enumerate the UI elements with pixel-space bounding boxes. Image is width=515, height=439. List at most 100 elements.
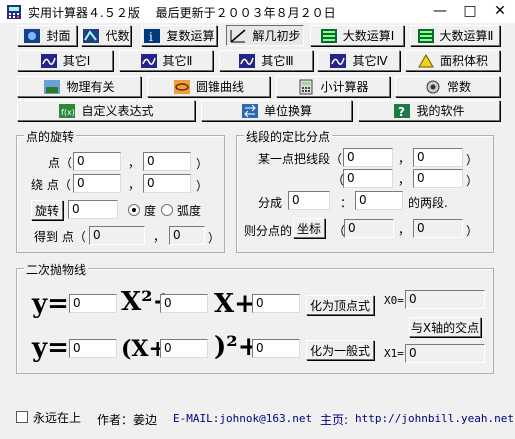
result-y-output: 0 <box>169 226 205 245</box>
radian-radio[interactable] <box>161 204 173 216</box>
endpoint-b-y-input[interactable]: 0 <box>413 169 463 188</box>
point-y-input[interactable]: 0 <box>143 152 191 171</box>
point-label: 点（ <box>48 156 73 170</box>
svg-text:i: i <box>149 30 153 44</box>
tab-other-1-label: 其它Ⅰ <box>62 54 91 68</box>
x1-output: 0 <box>405 344 485 363</box>
tab-bignum-1[interactable]: 大数运算Ⅰ <box>310 25 404 46</box>
comma: ， <box>398 173 411 187</box>
unit-icon <box>241 103 259 119</box>
coordinate-button[interactable]: 坐标 <box>293 218 325 238</box>
cover-icon <box>23 28 41 44</box>
formula-icon: f(x) <box>58 103 76 119</box>
tab-other-2[interactable]: 其它Ⅱ <box>119 50 213 71</box>
center-x-input[interactable]: 0 <box>73 174 121 193</box>
tab-other-3[interactable]: 其它Ⅲ <box>219 50 313 71</box>
email-link[interactable]: E-MAIL:johnok@163.net <box>173 412 312 425</box>
division-x-output: 0 <box>344 219 394 238</box>
tab-conic-label: 圆锥曲线 <box>195 80 244 94</box>
conic-icon <box>173 79 191 95</box>
complex-icon: i <box>143 28 161 44</box>
comma: ， <box>128 156 141 170</box>
division-result-label: 则分点的 <box>244 224 293 238</box>
always-on-top-label: 永远在上 <box>33 411 82 425</box>
tab-area-volume[interactable]: 面积体积 <box>405 50 500 71</box>
coef-b-input[interactable]: 0 <box>160 294 208 313</box>
close-paren: ） <box>466 224 479 238</box>
ratio-b-input[interactable]: 0 <box>355 191 403 210</box>
homepage-link[interactable]: http://johnbill.yeah.net <box>355 412 514 425</box>
parabola-group-title: 二次抛物线 <box>24 261 89 278</box>
always-on-top-checkbox[interactable] <box>16 411 28 423</box>
help-icon: ? <box>393 103 411 119</box>
division-y-output: 0 <box>413 219 463 238</box>
algebra-icon <box>82 28 100 44</box>
to-vertex-form-button[interactable]: 化为顶点式 <box>306 295 374 315</box>
coef-f-input[interactable]: 0 <box>252 339 300 358</box>
coef-c-input[interactable]: 0 <box>252 294 300 313</box>
rotation-group-title: 点的旋转 <box>24 128 77 145</box>
x-axis-intersection-button[interactable]: 与X轴的交点 <box>409 317 481 337</box>
close-paren: ） <box>466 153 479 167</box>
around-point-label: 绕 点（ <box>31 178 71 192</box>
split-label: 分成 <box>258 196 283 210</box>
tab-my-software[interactable]: ? 我的软件 <box>358 100 500 121</box>
coef-e-input[interactable]: 0 <box>160 339 208 358</box>
minimize-button[interactable]: — <box>425 0 455 23</box>
tab-custom-expression[interactable]: f(x) 自定义表达式 <box>17 100 195 121</box>
point-x-input[interactable]: 0 <box>73 152 121 171</box>
tab-other-4[interactable]: 其它Ⅳ <box>317 50 400 71</box>
tab-other-2-label: 其它Ⅱ <box>162 54 193 68</box>
close-button[interactable]: ✕ <box>485 0 515 23</box>
tab-complex[interactable]: i 复数运算 <box>141 25 217 46</box>
other-icon <box>329 53 347 69</box>
result-x-output: 0 <box>89 226 145 245</box>
tab-complex-label: 复数运算 <box>166 29 215 43</box>
maximize-button[interactable]: □ <box>455 0 485 23</box>
tab-physics[interactable]: 物理有关 <box>17 76 141 97</box>
tab-other-1[interactable]: 其它Ⅰ <box>17 50 113 71</box>
calculator-icon <box>297 79 315 95</box>
physics-icon <box>43 79 61 95</box>
coef-a-input[interactable]: 0 <box>69 294 117 313</box>
to-general-form-button[interactable]: 化为一般式 <box>306 340 374 360</box>
y-equals-label-2: y= <box>32 333 69 363</box>
center-y-input[interactable]: 0 <box>143 174 191 193</box>
geometry-icon <box>229 28 247 44</box>
tab-other-4-label: 其它Ⅳ <box>352 54 388 68</box>
degree-radio[interactable] <box>128 204 140 216</box>
coef-d-input[interactable]: 0 <box>69 339 117 358</box>
ratio-a-input[interactable]: 0 <box>288 191 330 210</box>
tab-my-software-label: 我的软件 <box>416 104 465 118</box>
endpoint-a-y-input[interactable]: 0 <box>413 148 463 167</box>
tab-area-volume-label: 面积体积 <box>439 54 488 68</box>
tab-physics-label: 物理有关 <box>66 80 115 94</box>
tab-algebra[interactable]: 代数 <box>81 25 131 46</box>
x-plus-label: X+ <box>214 289 256 319</box>
tab-geometry-label: 解几初步 <box>252 29 301 43</box>
tab-unit-conversion[interactable]: 单位换算 <box>201 100 352 121</box>
close-paren: ） <box>208 231 221 245</box>
angle-input[interactable]: 0 <box>68 200 118 219</box>
tab-geometry[interactable]: 解几初步 <box>226 25 304 46</box>
other-icon <box>40 53 58 69</box>
area-volume-icon <box>417 53 435 69</box>
svg-text:f(x): f(x) <box>61 108 75 117</box>
tab-cover[interactable]: 封面 <box>17 25 77 46</box>
tab-mini-calculator[interactable]: 小计算器 <box>276 76 390 97</box>
bignum-icon <box>417 28 435 44</box>
tab-conic[interactable]: 圆锥曲线 <box>147 76 270 97</box>
two-parts-label: 的两段. <box>408 196 448 210</box>
endpoint-b-x-input[interactable]: 0 <box>343 169 393 188</box>
tab-other-3-label: 其它Ⅲ <box>261 54 294 68</box>
window-title: 实用计算器４.５２版 最后更新于２００３年８月２０日 <box>28 6 336 20</box>
close-paren: ） <box>466 174 479 188</box>
tab-constants[interactable]: 常数 <box>395 76 500 97</box>
x0-label: X0= <box>384 294 404 307</box>
tab-bignum-2[interactable]: 大数运算Ⅱ <box>410 25 500 46</box>
endpoint-a-x-input[interactable]: 0 <box>343 148 393 167</box>
rotate-button[interactable]: 旋转 <box>31 200 63 220</box>
division-group-title: 线段的定比分点 <box>244 128 333 145</box>
x1-label: X1= <box>384 347 404 360</box>
close-paren: ） <box>196 157 209 171</box>
